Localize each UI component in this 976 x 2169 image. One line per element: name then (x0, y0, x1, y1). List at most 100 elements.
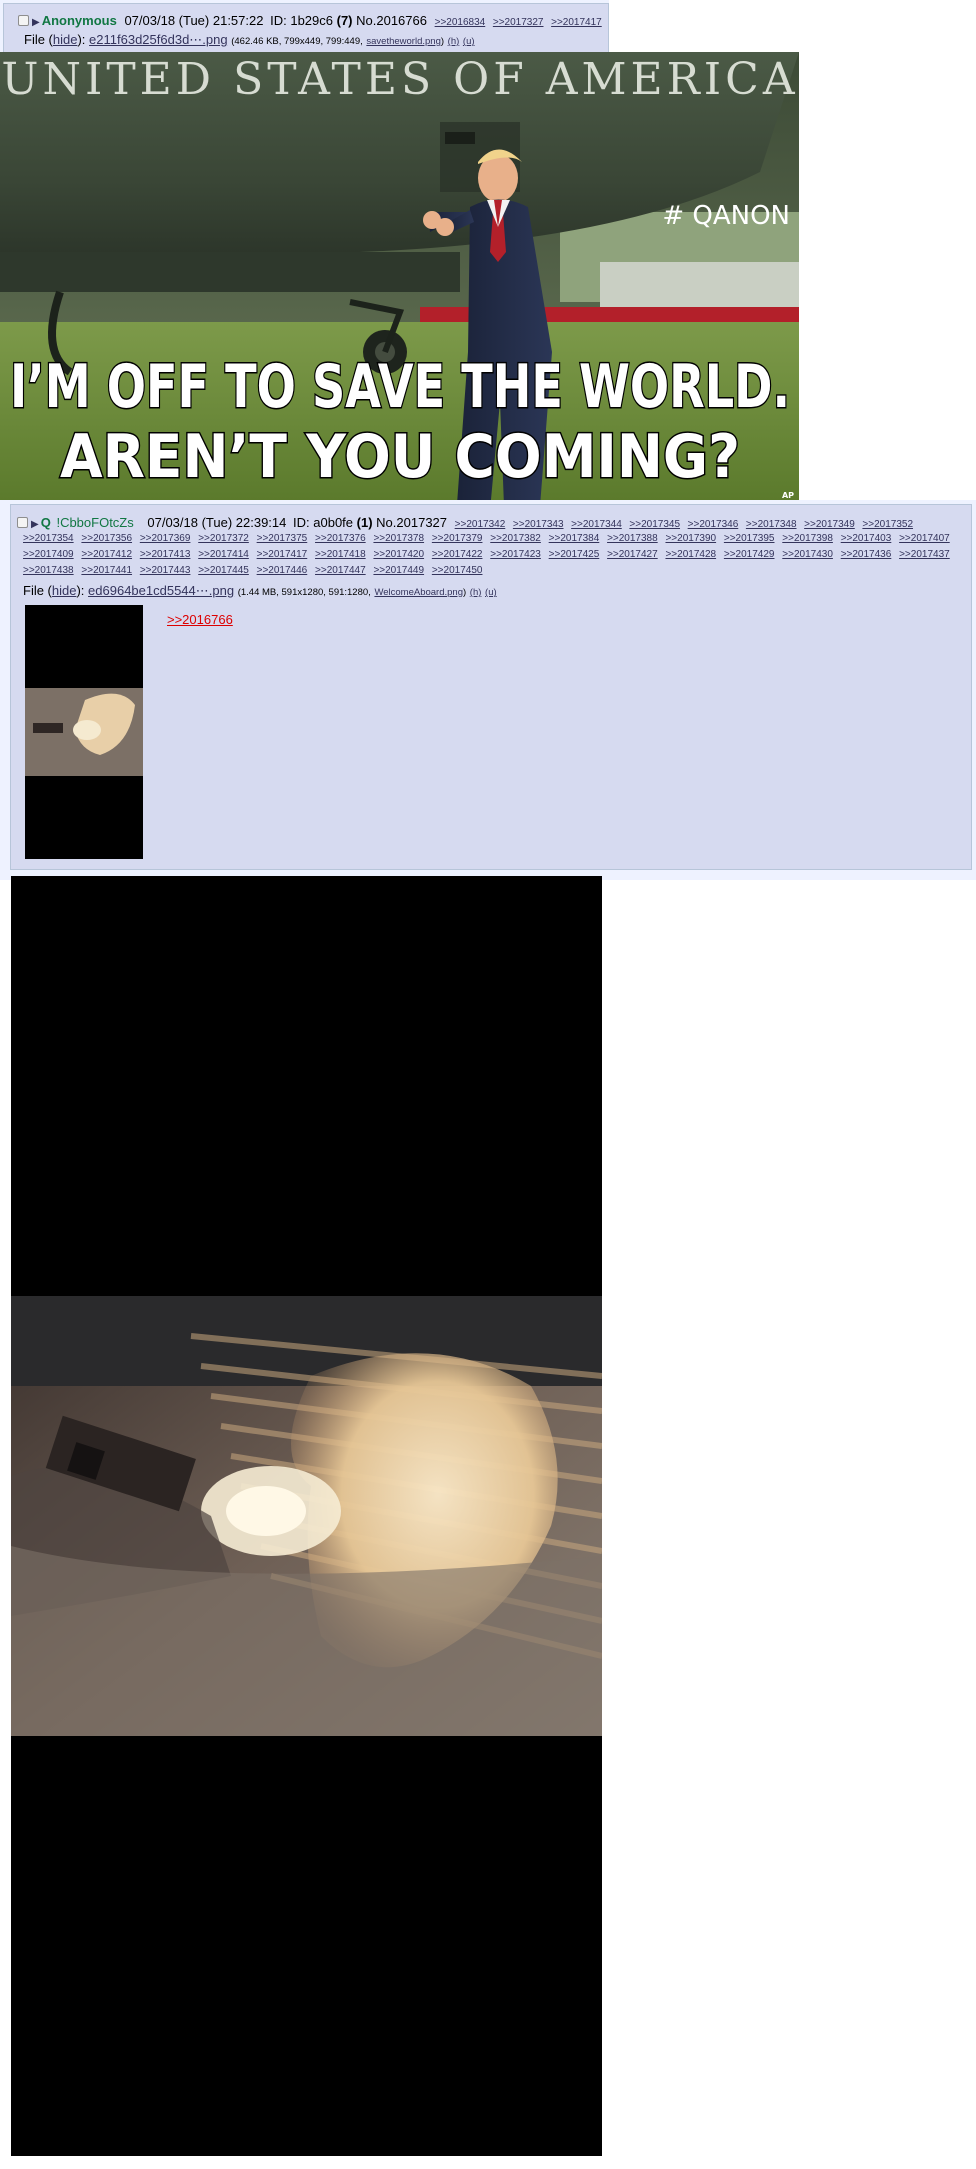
backlink[interactable]: >>2017378 (373, 533, 424, 544)
backlink[interactable]: >>2017376 (315, 533, 366, 544)
backlink[interactable]: >>2017342 (455, 519, 506, 530)
backlink[interactable]: >>2017414 (198, 549, 249, 560)
post-menu-arrow-icon[interactable]: ▶ (32, 15, 40, 31)
photo-credit: AP (782, 491, 794, 500)
backlink-list: >>2017354 >>2017356 >>2017369 >>2017372 … (23, 531, 973, 579)
meme-line-1: I’M OFF TO SAVE THE WORLD. (10, 352, 790, 422)
backlink[interactable]: >>2017379 (432, 533, 483, 544)
post-number[interactable]: No.2017327 (376, 515, 447, 530)
backlink[interactable]: >>2017436 (841, 549, 892, 560)
hide-file-link[interactable]: hide (53, 32, 78, 47)
backlink[interactable]: >>2017423 (490, 549, 541, 560)
backlink[interactable]: >>2017369 (140, 533, 191, 544)
hashtag-text: # QANON (662, 201, 790, 231)
backlink[interactable]: >>2017449 (373, 565, 424, 576)
poster-id-label: ID: (293, 515, 310, 530)
backlink[interactable]: >>2017438 (23, 565, 74, 576)
backlink-row: >>2017438 >>2017441 >>2017443 >>2017445 … (23, 563, 973, 579)
image-search-u-link[interactable]: (u) (463, 36, 475, 47)
poster-id-count: (1) (356, 515, 373, 530)
image-search-u-link[interactable]: (u) (485, 587, 497, 598)
poster-tripcode: !CbboFOtcZs (56, 515, 134, 530)
backlink[interactable]: >>2017437 (899, 549, 950, 560)
backlink[interactable]: >>2017327 (493, 17, 544, 28)
poster-name: Anonymous (41, 13, 117, 28)
poster-id[interactable]: 1b29c6 (290, 13, 333, 28)
image-search-h-link[interactable]: (h) (448, 36, 460, 47)
file-prefix: File ( (23, 583, 52, 598)
file-info: File (hide): ed6964be1cd5544⋯.png (1.44 … (23, 583, 497, 600)
backlink[interactable]: >>2017384 (549, 533, 600, 544)
backlink[interactable]: >>2017345 (629, 519, 680, 530)
file-name-link[interactable]: ed6964be1cd5544⋯.png (88, 583, 234, 598)
backlink[interactable]: >>2017429 (724, 549, 775, 560)
backlink[interactable]: >>2017390 (665, 533, 716, 544)
image-search-h-link[interactable]: (h) (470, 587, 482, 598)
backlink[interactable]: >>2017425 (549, 549, 600, 560)
backlink[interactable]: >>2017403 (841, 533, 892, 544)
post-image-savetheworld[interactable]: UNITED STATES OF AMERICA # QANON I’M OFF… (0, 52, 799, 501)
file-prefix: File ( (24, 32, 53, 47)
backlink[interactable]: >>2017395 (724, 533, 775, 544)
backlink[interactable]: >>2017398 (782, 533, 833, 544)
backlink[interactable]: >>2017344 (571, 519, 622, 530)
backlink[interactable]: >>2017382 (490, 533, 541, 544)
file-meta: (1.44 MB, 591x1280, 591:1280, (237, 587, 371, 598)
original-filename-link[interactable]: savetheworld.png (366, 36, 440, 47)
post-date: 07/03/18 (Tue) 21:57:22 (124, 13, 264, 28)
backlink[interactable]: >>2017372 (198, 533, 249, 544)
backlink[interactable]: >>2017407 (899, 533, 950, 544)
post-date: 07/03/18 (Tue) 22:39:14 (147, 515, 287, 530)
file-name-link[interactable]: e211f63d25f6d3d⋯.png (89, 32, 228, 47)
backlink[interactable]: >>2017418 (315, 549, 366, 560)
backlink[interactable]: >>2017445 (198, 565, 249, 576)
post-container-2: ▶ Q !CbboFOtcZs 07/03/18 (Tue) 22:39:14 I… (0, 500, 976, 880)
file-meta: (462.46 KB, 799x449, 799:449, (231, 36, 363, 47)
select-post-checkbox[interactable] (17, 517, 28, 528)
backlink-row: >>2017354 >>2017356 >>2017369 >>2017372 … (23, 531, 973, 547)
file-close: ) (440, 36, 445, 47)
backlink[interactable]: >>2017346 (688, 519, 739, 530)
original-filename-link[interactable]: WelcomeAboard.png (374, 587, 463, 598)
expanded-image-welcomeaboard[interactable] (11, 876, 602, 2156)
backlink[interactable]: >>2017348 (746, 519, 797, 530)
expanded-image (11, 876, 602, 2156)
backlink[interactable]: >>2017430 (782, 549, 833, 560)
backlink[interactable]: >>2017354 (23, 533, 74, 544)
backlink[interactable]: >>2017417 (551, 17, 602, 28)
backlink[interactable]: >>2017420 (373, 549, 424, 560)
backlink-row: >>2017409 >>2017412 >>2017413 >>2017414 … (23, 547, 973, 563)
poster-id-count: (7) (336, 13, 353, 28)
select-post-checkbox[interactable] (18, 15, 29, 26)
quote-link[interactable]: >>2016766 (167, 612, 233, 627)
backlink[interactable]: >>2017388 (607, 533, 658, 544)
backlink[interactable]: >>2017356 (81, 533, 132, 544)
backlink[interactable]: >>2017441 (81, 565, 132, 576)
backlink[interactable]: >>2017446 (257, 565, 308, 576)
post-thumbnail-welcomeaboard[interactable] (25, 605, 143, 859)
backlink[interactable]: >>2017413 (140, 549, 191, 560)
meme-image: UNITED STATES OF AMERICA # QANON I’M OFF… (0, 52, 799, 501)
backlink[interactable]: >>2017343 (513, 519, 564, 530)
post-number[interactable]: No.2016766 (356, 13, 427, 28)
backlink[interactable]: >>2017443 (140, 565, 191, 576)
backlink[interactable]: >>2017417 (257, 549, 308, 560)
backlink[interactable]: >>2017412 (81, 549, 132, 560)
post-2017327: ▶ Q !CbboFOtcZs 07/03/18 (Tue) 22:39:14 I… (10, 504, 972, 870)
meme-line-2: AREN’T YOU COMING? (60, 422, 740, 492)
backlink[interactable]: >>2017427 (607, 549, 658, 560)
backlink[interactable]: >>2017375 (257, 533, 308, 544)
hide-file-link[interactable]: hide (52, 583, 77, 598)
backlink[interactable]: >>2017428 (665, 549, 716, 560)
poster-id-label: ID: (270, 13, 287, 28)
backlink[interactable]: >>2017352 (862, 519, 913, 530)
backlink[interactable]: >>2017422 (432, 549, 483, 560)
backlink[interactable]: >>2017450 (432, 565, 483, 576)
backlink[interactable]: >>2017447 (315, 565, 366, 576)
poster-id[interactable]: a0b0fe (313, 515, 353, 530)
backlink[interactable]: >>2016834 (435, 17, 486, 28)
banner-text: UNITED STATES OF AMERICA (1, 54, 798, 105)
file-info: File (hide): e211f63d25f6d3d⋯.png (462.4… (24, 32, 475, 49)
backlink[interactable]: >>2017409 (23, 549, 74, 560)
backlink[interactable]: >>2017349 (804, 519, 855, 530)
